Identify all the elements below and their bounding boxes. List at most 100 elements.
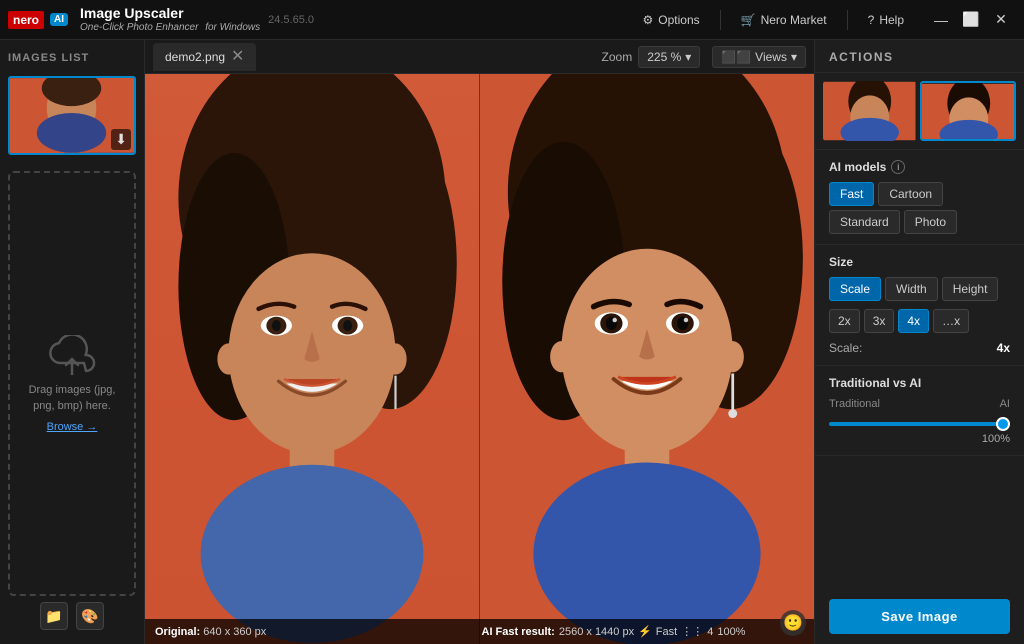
- color-wheel-icon-button[interactable]: 🎨: [76, 602, 104, 630]
- right-panel: ACTIONS: [814, 40, 1024, 644]
- original-value: 640 x 360 px: [203, 626, 266, 638]
- zoom-dropdown[interactable]: 225 % ▾: [638, 46, 700, 68]
- tab-filename: demo2.png: [165, 50, 225, 64]
- drag-drop-area[interactable]: Drag images (jpg, png, bmp) here. Browse…: [8, 171, 136, 596]
- scale-3x-button[interactable]: 3x: [864, 309, 895, 333]
- trad-ai-slider[interactable]: [829, 422, 1010, 426]
- quality-value: 4: [707, 626, 713, 638]
- size-tab-height[interactable]: Height: [942, 277, 999, 301]
- nav-buttons: ⚙ Options 🛒 Nero Market ? Help: [629, 8, 918, 32]
- trad-ai-slider-container: [829, 414, 1010, 429]
- ai-result-image-svg: [480, 74, 814, 644]
- title-bar: nero AI Image Upscaler One-Click Photo E…: [0, 0, 1024, 40]
- scale-2x-button[interactable]: 2x: [829, 309, 860, 333]
- sidebar-bottom: 📁 🎨: [8, 596, 136, 636]
- smiley-button[interactable]: 🙂: [780, 610, 806, 636]
- ai-models-info-icon[interactable]: i: [891, 160, 905, 174]
- app-title-group: Image Upscaler One-Click Photo Enhancer …: [80, 5, 260, 34]
- preview-left-svg: [823, 81, 916, 141]
- lightning-icon: ⚡: [638, 625, 652, 638]
- app-subtitle: One-Click Photo Enhancer for Windows: [80, 22, 260, 34]
- scale-custom-button[interactable]: …x: [933, 309, 969, 333]
- views-icon: ⬛⬛: [721, 50, 751, 64]
- file-tab[interactable]: demo2.png ✕: [153, 43, 256, 71]
- ai-models-section: AI models i Fast Cartoon Standard Photo: [815, 150, 1024, 245]
- model-cartoon-button[interactable]: Cartoon: [878, 182, 943, 206]
- help-icon: ?: [868, 13, 875, 27]
- app-version: 24.5.65.0: [268, 14, 314, 26]
- original-image-svg: [145, 74, 479, 644]
- scale-value-row: Scale: 4x: [829, 341, 1010, 355]
- ai-label: AI: [1000, 398, 1010, 410]
- trad-ai-section: Traditional vs AI Traditional AI 100%: [815, 366, 1024, 456]
- drag-drop-text: Drag images (jpg, png, bmp) here.: [18, 382, 126, 415]
- zoom-value: 225 %: [647, 50, 681, 64]
- views-chevron-icon: ▾: [791, 50, 797, 64]
- original-info: Original: 640 x 360 px: [155, 626, 478, 638]
- views-label: Views: [755, 50, 787, 64]
- app-logo: nero AI: [8, 11, 68, 29]
- help-button[interactable]: ? Help: [854, 8, 918, 32]
- fast-label: Fast: [656, 626, 677, 638]
- ai-badge: AI: [50, 13, 68, 26]
- scale-value: 4x: [997, 341, 1010, 355]
- views-dropdown[interactable]: ⬛⬛ Views ▾: [712, 46, 806, 68]
- size-tab-width[interactable]: Width: [885, 277, 938, 301]
- market-icon: 🛒: [741, 13, 756, 27]
- image-thumbnail[interactable]: ⬇: [8, 76, 136, 155]
- download-icon[interactable]: ⬇: [111, 129, 131, 150]
- original-label: Original:: [155, 626, 200, 638]
- nav-divider: [720, 10, 721, 30]
- sidebar: IMAGES LIST ⬇: [0, 40, 145, 644]
- ai-result-info: AI Fast result: 2560 x 1440 px ⚡ Fast ⋮⋮…: [482, 625, 805, 638]
- ai-result-value: 2560 x 1440 px: [559, 626, 634, 638]
- nav-divider-2: [847, 10, 848, 30]
- size-label: Size: [829, 255, 1010, 269]
- ai-models-group: Fast Cartoon Standard Photo: [829, 182, 1010, 234]
- pct-value: 100%: [717, 626, 745, 638]
- save-image-button[interactable]: Save Image: [829, 599, 1010, 634]
- close-button[interactable]: ✕: [986, 5, 1016, 35]
- scale-buttons: 2x 3x 4x …x: [829, 309, 1010, 333]
- zoom-control: Zoom 225 % ▾ ⬛⬛ Views ▾: [602, 46, 806, 68]
- tab-close-icon[interactable]: ✕: [231, 49, 244, 65]
- chevron-down-icon: ▾: [685, 50, 691, 64]
- tab-bar: demo2.png ✕ Zoom 225 % ▾ ⬛⬛ Views ▾: [145, 40, 814, 74]
- options-button[interactable]: ⚙ Options: [629, 8, 714, 32]
- main-layout: IMAGES LIST ⬇: [0, 40, 1024, 644]
- maximize-button[interactable]: ⬜: [956, 5, 986, 35]
- traditional-label: Traditional: [829, 398, 880, 410]
- market-button[interactable]: 🛒 Nero Market: [727, 8, 841, 32]
- cloud-upload-icon: [48, 335, 96, 378]
- ai-result-label: AI Fast result:: [482, 626, 555, 638]
- image-bottom-bar: Original: 640 x 360 px AI Fast result: 2…: [145, 619, 814, 644]
- preview-thumb-left[interactable]: [823, 81, 916, 141]
- app-title: Image Upscaler: [80, 5, 260, 22]
- image-display: Original: 640 x 360 px AI Fast result: 2…: [145, 74, 814, 644]
- ai-result-image-half: [480, 74, 814, 644]
- actions-header: ACTIONS: [815, 40, 1024, 73]
- slider-labels: Traditional AI: [829, 398, 1010, 410]
- model-standard-button[interactable]: Standard: [829, 210, 900, 234]
- zoom-label: Zoom: [602, 50, 633, 64]
- browse-link[interactable]: Browse →: [47, 421, 98, 433]
- size-tab-scale[interactable]: Scale: [829, 277, 881, 301]
- options-icon: ⚙: [643, 13, 654, 27]
- model-fast-button[interactable]: Fast: [829, 182, 874, 206]
- panel-preview: [815, 73, 1024, 150]
- folder-icon-button[interactable]: 📁: [40, 602, 68, 630]
- preview-right-svg: [922, 83, 1015, 141]
- preview-thumb-right[interactable]: [920, 81, 1017, 141]
- size-tabs: Scale Width Height: [829, 277, 1010, 301]
- original-image-half: [145, 74, 479, 644]
- images-list-header: IMAGES LIST: [8, 48, 136, 68]
- scale-4x-button[interactable]: 4x: [898, 309, 929, 333]
- model-photo-button[interactable]: Photo: [904, 210, 957, 234]
- ai-models-label: AI models i: [829, 160, 1010, 174]
- nero-badge: nero: [8, 11, 44, 29]
- window-controls: — ⬜ ✕: [926, 5, 1016, 35]
- slider-pct: 100%: [829, 433, 1010, 445]
- trad-ai-label: Traditional vs AI: [829, 376, 1010, 390]
- minimize-button[interactable]: —: [926, 5, 956, 35]
- quality-separator: ⋮⋮: [681, 625, 703, 638]
